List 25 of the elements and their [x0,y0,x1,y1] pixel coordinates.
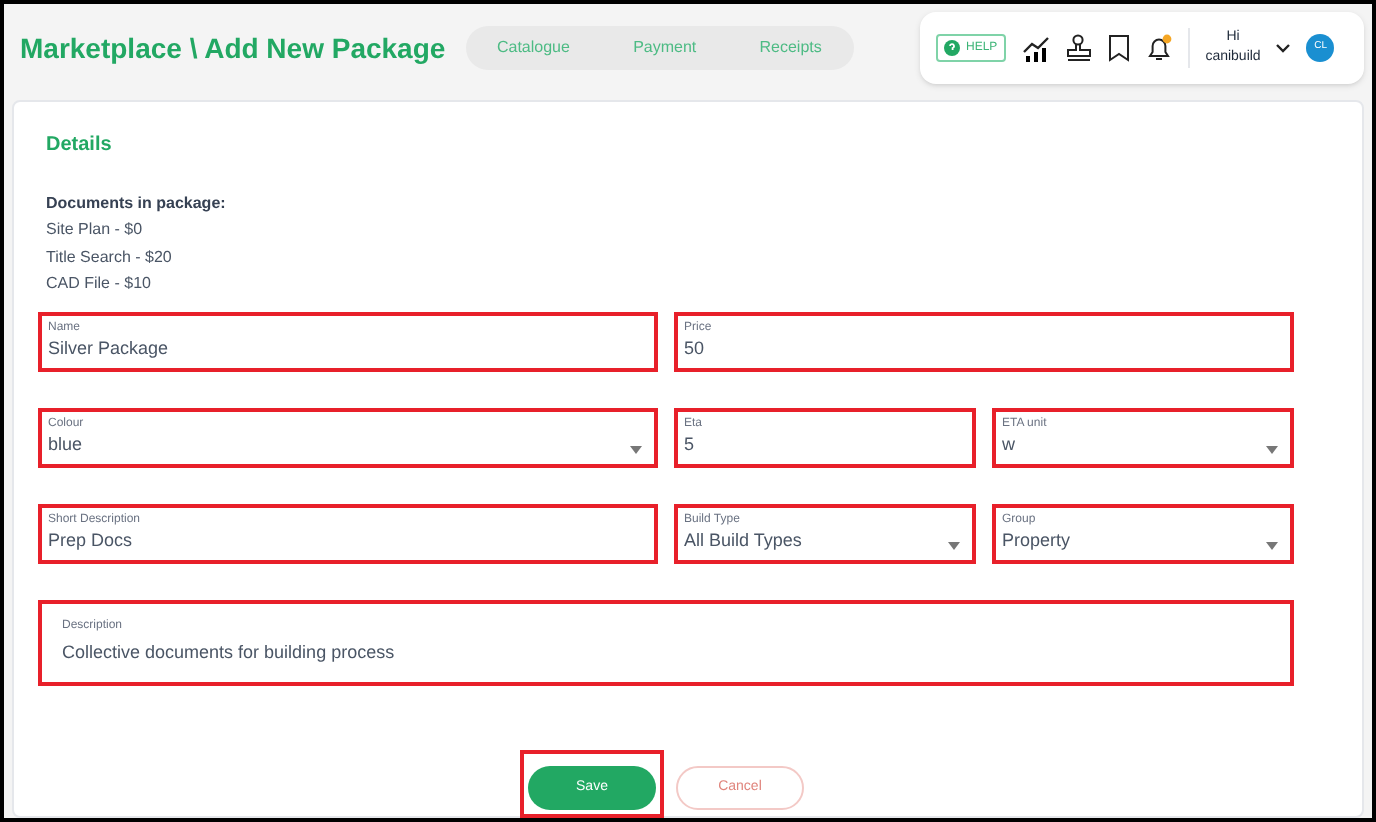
field-value: Prep Docs [48,528,133,554]
bookmark-icon[interactable] [1107,34,1130,62]
dropdown-caret-icon [630,445,642,453]
bell-icon[interactable] [1145,34,1172,62]
field-value: w [1002,432,1015,458]
page-title: Marketplace \ Add New Package [20,29,446,68]
field-value: blue [48,432,83,458]
field-value: Collective documents for building process [62,640,395,666]
field-value: 50 [684,336,705,362]
document-item: Site Plan - $0 [46,218,145,242]
document-item: CAD File - $10 [46,272,153,296]
section-heading: Details [46,132,114,160]
field-value: Property [1002,528,1071,554]
help-icon [944,40,960,56]
dropdown-caret-icon [948,541,960,549]
dropdown-caret-icon [1266,445,1278,453]
documents-heading: Documents in package: [46,192,228,216]
document-item: Title Search - $20 [46,245,174,269]
dropdown-caret-icon [1266,541,1278,549]
field-value: 5 [684,432,695,458]
field-value: Silver Package [48,336,169,362]
chart-icon[interactable] [1021,35,1050,61]
field-value: All Build Types [684,528,802,554]
stamp-icon[interactable] [1065,34,1092,62]
chevron-down-icon[interactable] [1276,43,1291,53]
